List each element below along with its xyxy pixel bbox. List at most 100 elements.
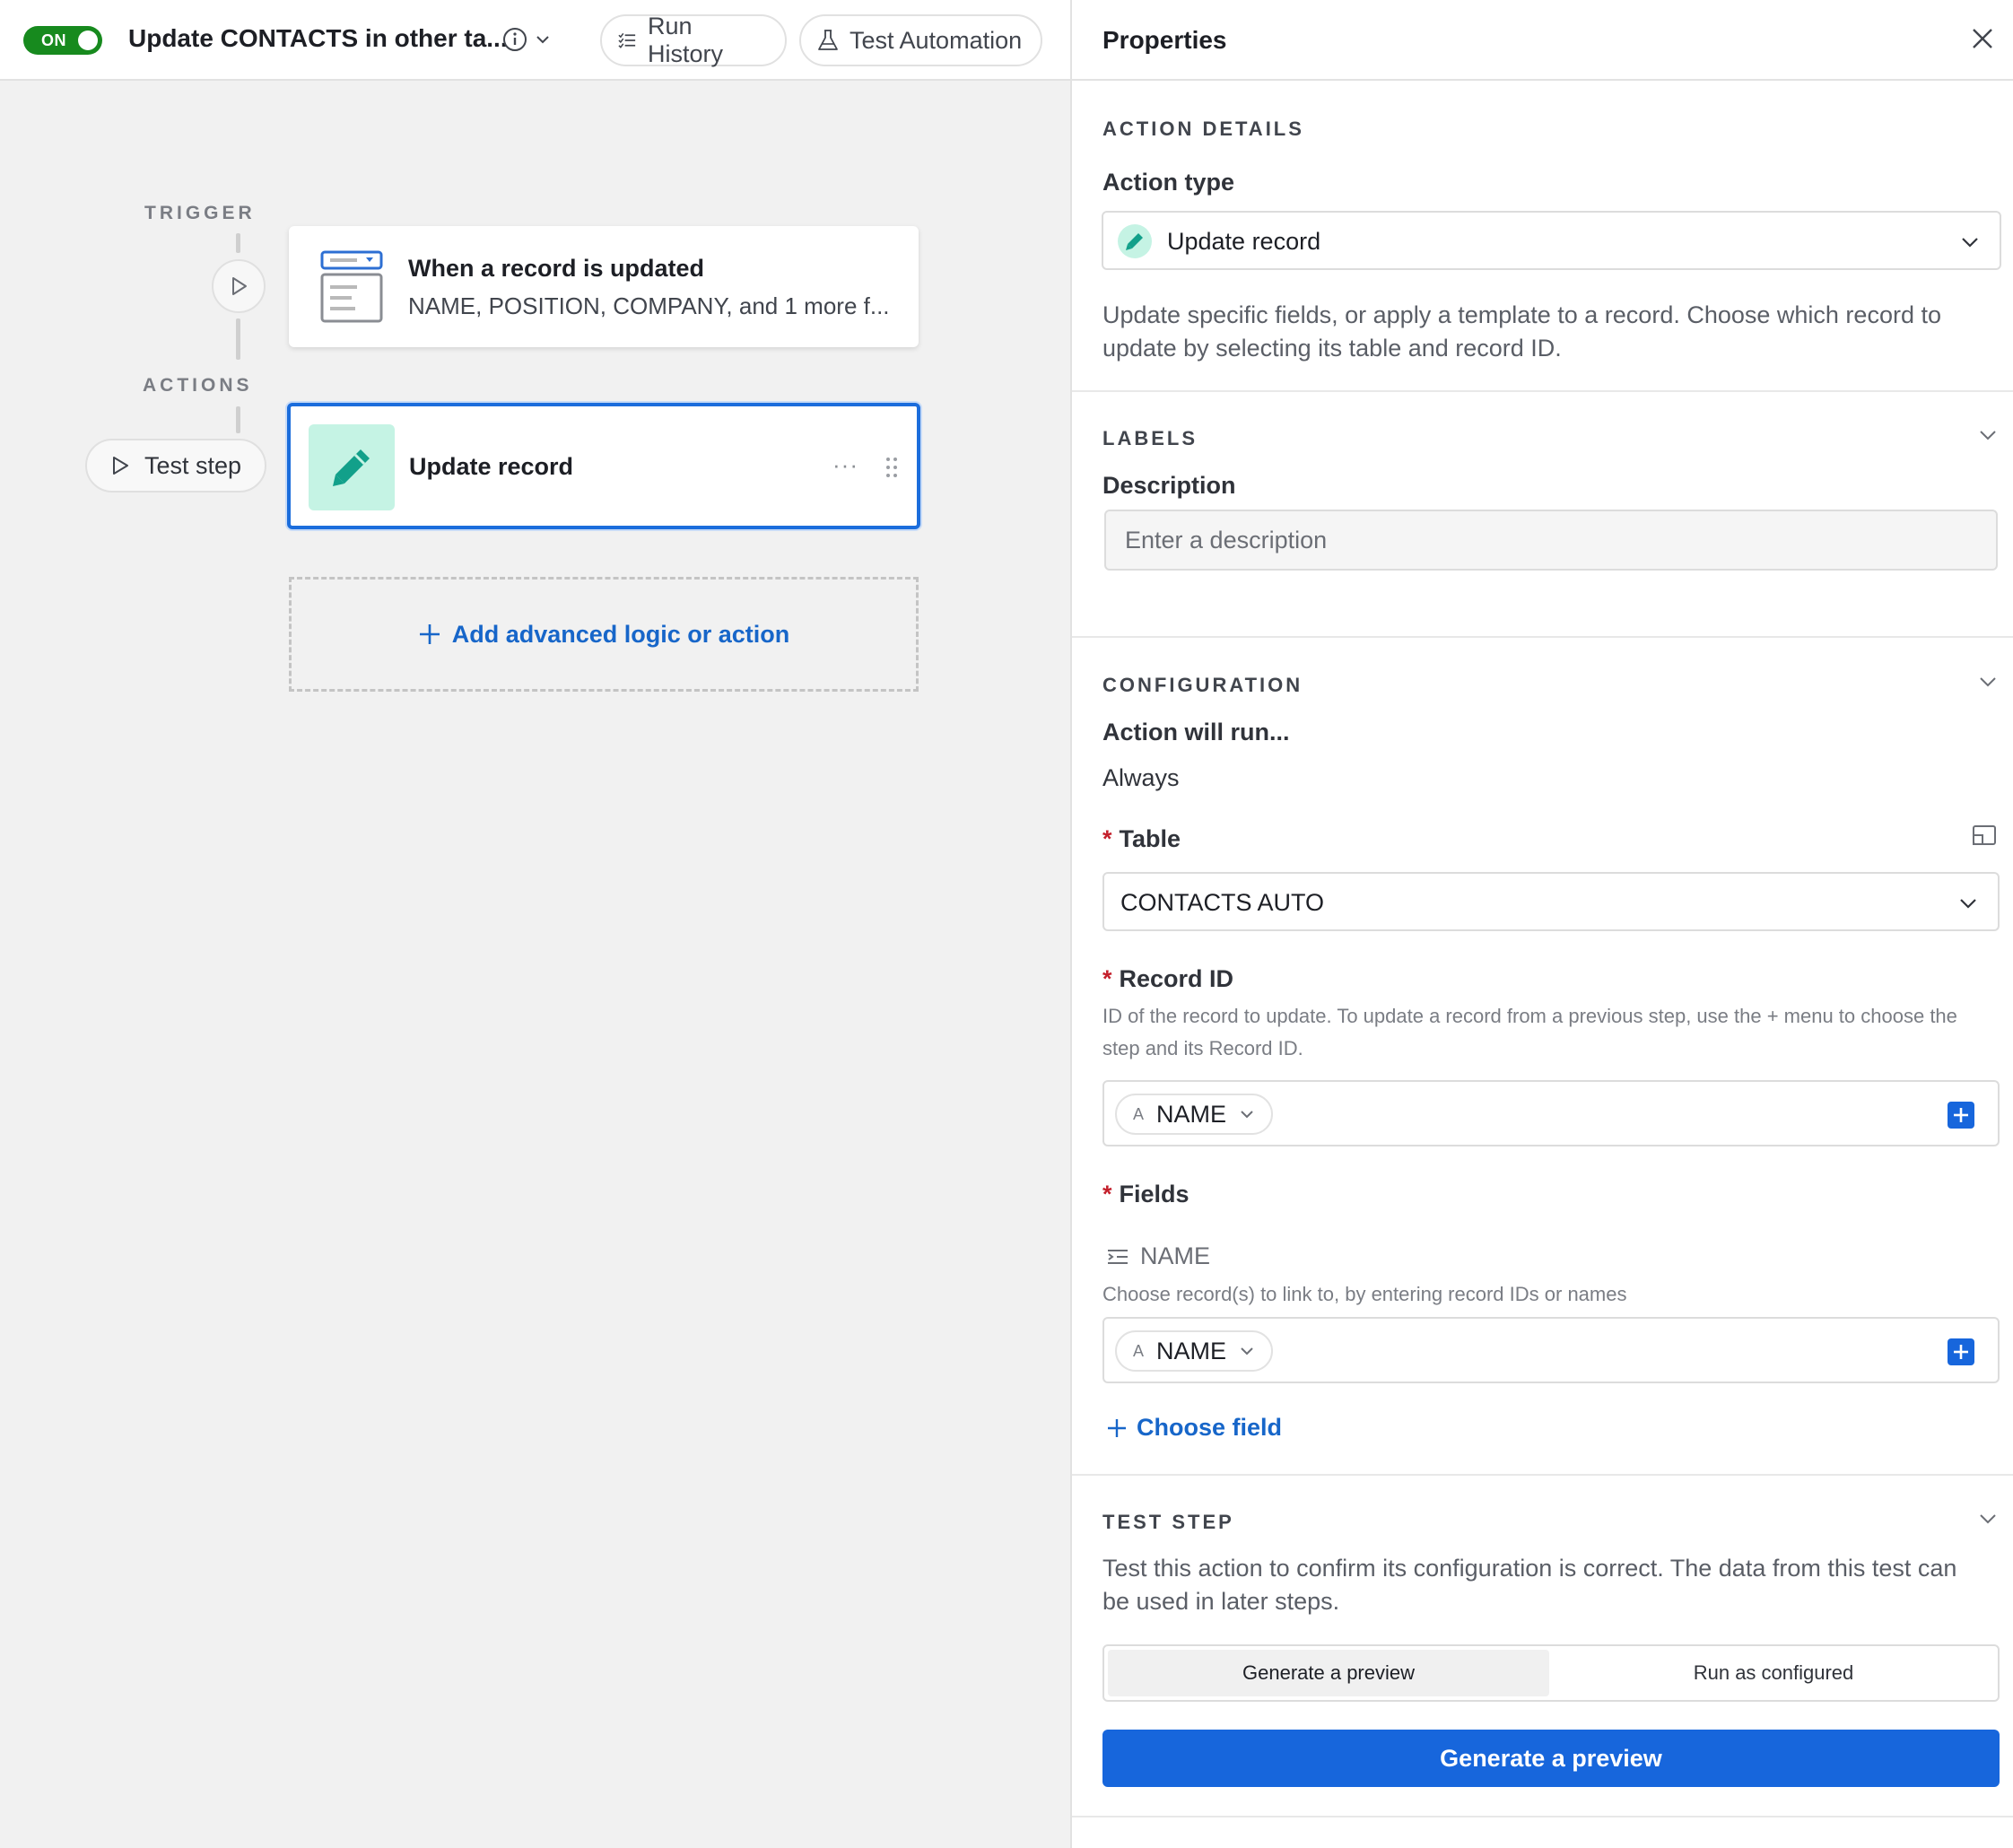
automation-canvas: ON Update CONTACTS in other ta... Run Hi… (0, 0, 1070, 1848)
record-id-token-label: NAME (1156, 1100, 1227, 1128)
run-history-button[interactable]: Run History (600, 13, 787, 67)
generate-preview-button[interactable]: Generate a preview (1102, 1730, 2000, 1787)
trigger-card[interactable]: When a record is updated NAME, POSITION,… (289, 226, 919, 347)
info-icon[interactable] (502, 27, 527, 52)
connector-line (236, 233, 240, 253)
chevron-down-icon (1962, 238, 1978, 248)
play-icon (113, 457, 128, 475)
plus-icon (1108, 1418, 1126, 1437)
more-options-icon[interactable]: ··· (832, 451, 858, 479)
properties-header: Properties (1072, 0, 2013, 81)
pencil-icon (333, 449, 370, 486)
automation-on-toggle[interactable]: ON (23, 26, 102, 55)
section-divider (1072, 636, 2013, 638)
plus-icon (1954, 1345, 1968, 1359)
chevron-down-icon[interactable] (1978, 425, 1998, 445)
action-run-label: Action will run... (1102, 719, 1290, 745)
generate-preview-option[interactable]: Generate a preview (1108, 1650, 1549, 1696)
required-marker: * (1102, 965, 1112, 992)
table-label-text: Table (1119, 825, 1181, 852)
drag-handle-icon[interactable] (884, 457, 899, 478)
run-history-label: Run History (648, 13, 724, 67)
toggle-label: ON (41, 31, 66, 49)
record-id-label-text: Record ID (1119, 965, 1234, 992)
add-advanced-logic-button[interactable]: Add advanced logic or action (289, 577, 919, 692)
chevron-down-icon (1241, 1347, 1253, 1355)
choose-field-label: Choose field (1137, 1414, 1283, 1441)
actions-section-label: ACTIONS (143, 375, 253, 396)
plus-icon (419, 624, 440, 644)
record-id-label: * Record ID (1102, 965, 1233, 993)
trigger-run-button[interactable] (212, 259, 266, 313)
run-as-configured-option[interactable]: Run as configured (1553, 1650, 1994, 1696)
test-mode-segmented-control: Generate a preview Run as configured (1102, 1644, 2000, 1702)
configuration-section-title: CONFIGURATION (1102, 674, 1303, 696)
table-select-value: CONTACTS AUTO (1120, 889, 1325, 916)
field-name-row: NAME (1106, 1242, 1210, 1270)
test-step-button[interactable]: Test step (85, 439, 266, 493)
record-id-help-text: ID of the record to update. To update a … (1102, 1005, 1957, 1059)
panel-title: Properties (1102, 26, 1227, 54)
trigger-card-title: When a record is updated (408, 255, 705, 282)
test-automation-button[interactable]: Test Automation (799, 14, 1042, 66)
action-run-value: Always (1102, 764, 1180, 791)
section-divider (1072, 390, 2013, 392)
connector-line (236, 406, 240, 433)
action-card-title: Update record (409, 453, 574, 480)
chevron-down-icon[interactable] (1978, 1509, 1998, 1529)
action-type-value: Update record (1167, 228, 1321, 255)
action-type-label: Action type (1102, 169, 1235, 196)
required-marker: * (1102, 825, 1112, 852)
add-logic-label: Add advanced logic or action (451, 620, 790, 648)
chevron-down-icon[interactable] (1978, 672, 1998, 692)
record-id-token-input[interactable]: A NAME (1102, 1080, 2000, 1146)
chevron-down-icon[interactable] (534, 31, 552, 48)
field-help-text: Choose record(s) to link to, by entering… (1102, 1283, 1627, 1305)
description-label: Description (1102, 472, 1236, 499)
table-label: * Table (1102, 825, 1181, 853)
trigger-section-label: TRIGGER (144, 203, 256, 223)
record-form-icon (320, 250, 383, 323)
play-icon (232, 277, 247, 295)
field-value-token-input[interactable]: A NAME (1102, 1317, 2000, 1383)
section-divider (1072, 1474, 2013, 1476)
pencil-icon (1126, 233, 1143, 250)
test-step-description: Test this action to confirm its configur… (1102, 1555, 1957, 1615)
field-token-chip[interactable]: A NAME (1115, 1330, 1274, 1372)
list-icon (618, 32, 636, 48)
trigger-card-subtitle: NAME, POSITION, COMPANY, and 1 more f... (408, 292, 890, 319)
section-divider (1072, 1816, 2013, 1817)
action-card-update-record[interactable]: Update record ··· (287, 403, 920, 529)
insert-token-plus-icon[interactable] (1948, 1102, 1974, 1129)
fields-label-text: Fields (1119, 1181, 1190, 1207)
automation-toolbar: ON Update CONTACTS in other ta... Run Hi… (0, 0, 1070, 81)
action-type-select[interactable]: Update record (1102, 211, 2001, 270)
description-input[interactable] (1104, 510, 1998, 571)
link-field-icon (1108, 1249, 1128, 1264)
toggle-knob (78, 31, 98, 50)
close-icon[interactable] (1971, 27, 1994, 50)
test-automation-label: Test Automation (850, 26, 1023, 54)
table-layout-icon[interactable] (1972, 824, 1997, 846)
test-step-label: Test step (144, 451, 242, 479)
action-type-description: Update specific fields, or apply a templ… (1102, 301, 1941, 362)
properties-panel: Properties ACTION DETAILS Action type Up… (1070, 0, 2013, 1848)
insert-token-plus-icon[interactable] (1948, 1338, 1974, 1365)
test-step-section-title: TEST STEP (1102, 1511, 1234, 1533)
action-details-section-title: ACTION DETAILS (1102, 118, 1304, 140)
connector-line (236, 318, 240, 360)
fields-label: * Fields (1102, 1181, 1190, 1208)
plus-icon (1954, 1108, 1968, 1122)
choose-field-button[interactable]: Choose field (1106, 1414, 1282, 1442)
action-icon-tile (309, 424, 395, 510)
field-name-label: NAME (1140, 1242, 1211, 1269)
text-field-type-icon: A (1133, 1104, 1145, 1123)
chevron-down-icon (1241, 1111, 1253, 1119)
flask-icon (818, 30, 838, 50)
required-marker: * (1102, 1181, 1112, 1207)
action-type-icon (1118, 224, 1152, 258)
automation-title[interactable]: Update CONTACTS in other ta... (128, 24, 508, 53)
labels-section-title: LABELS (1102, 427, 1198, 449)
record-id-token-chip[interactable]: A NAME (1115, 1094, 1274, 1135)
table-select[interactable]: CONTACTS AUTO (1102, 872, 2000, 931)
